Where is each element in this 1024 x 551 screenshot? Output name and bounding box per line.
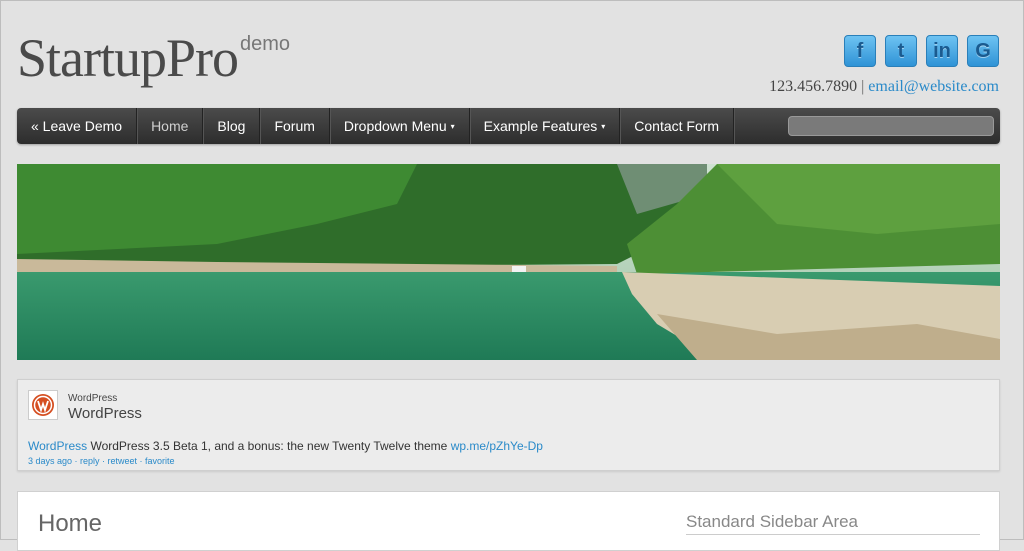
tweet-url-link[interactable]: wp.me/pZhYe-Dp [451,439,543,453]
logo-sub-text: demo [240,33,291,55]
sidebar-title: Standard Sidebar Area [686,512,980,535]
tweet-account-name[interactable]: WordPress [68,405,142,422]
nav-home[interactable]: Home [137,108,204,144]
facebook-icon[interactable]: f [844,35,876,67]
twitter-widget: WordPress WordPress WordPress WordPress … [17,379,1000,471]
nav-label: « Leave Demo [31,118,123,134]
nav-leave-demo[interactable]: « Leave Demo [17,108,138,144]
nav-label: Blog [217,118,246,134]
nav-contact-form[interactable]: Contact Form [620,108,735,144]
linkedin-icon[interactable]: in [926,35,958,67]
search-input[interactable] [788,116,994,136]
nav-label: Dropdown Menu [343,118,447,134]
wordpress-logo-svg [32,394,54,416]
page-title: Home [38,510,103,537]
header-banner-image [17,164,1000,360]
tweet-account-handle: WordPress [68,393,118,404]
nav-dropdown-menu[interactable]: Dropdown Menu ▾ [330,108,470,144]
main-nav: « Leave Demo Home Blog Forum Dropdown Me… [17,108,1000,144]
twitter-icon[interactable]: t [885,35,917,67]
nav-forum[interactable]: Forum [260,108,330,144]
logo-text: StartupPro [17,28,239,88]
nav-label: Home [151,118,189,134]
nav-label: Example Features [483,118,598,134]
caret-down-icon: ▾ [601,121,606,131]
nav-blog[interactable]: Blog [203,108,261,144]
social-links: f t in G [844,35,999,67]
banner-landscape [17,164,1000,360]
wordpress-logo-icon[interactable] [28,390,58,420]
google-icon[interactable]: G [967,35,999,67]
content-area: Home Standard Sidebar Area [17,491,1000,551]
email-link[interactable]: email@website.com [868,78,999,95]
tweet-author-link[interactable]: WordPress [28,439,87,453]
caret-down-icon: ▾ [450,121,455,131]
tweet-actions[interactable]: 3 days ago · reply · retweet · favorite [28,456,175,466]
tweet-body: WordPress 3.5 Beta 1, and a bonus: the n… [87,439,451,453]
contact-line: 123.456.7890 | email@website.com [769,78,999,96]
tweet-text: WordPress WordPress 3.5 Beta 1, and a bo… [28,439,543,453]
nav-example-features[interactable]: Example Features ▾ [470,108,621,144]
nav-label: Contact Form [634,118,720,134]
nav-label: Forum [274,118,315,134]
contact-separator: | [861,78,865,95]
phone-number: 123.456.7890 [769,78,858,95]
site-logo[interactable]: StartupPro demo [17,31,290,85]
